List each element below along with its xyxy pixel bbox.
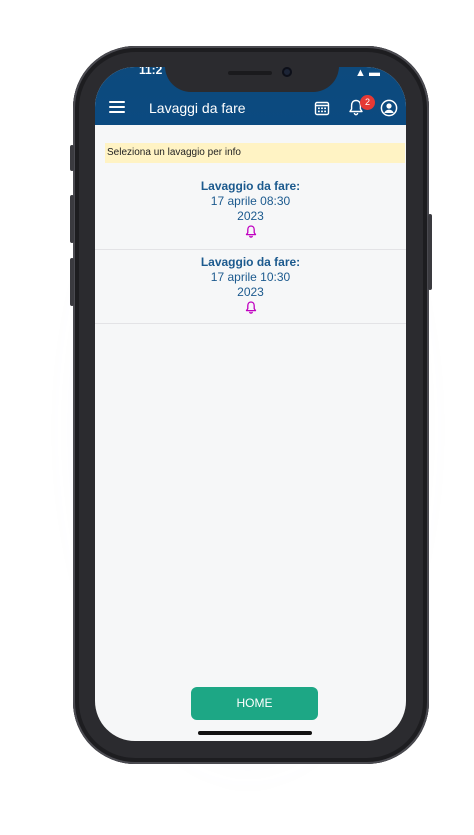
- app-screen: 11:2 ▲ ▬ Lavaggi da fare 2 Seleziona un …: [95, 67, 406, 741]
- volume-down-button: [70, 258, 74, 306]
- item-date: 17 aprile 08:30: [210, 194, 291, 208]
- list-item[interactable]: Lavaggio da fare: 17 aprile 10:30 2023: [95, 255, 406, 324]
- calendar-icon[interactable]: [314, 100, 330, 116]
- volume-up-button: [70, 195, 74, 243]
- item-date: 17 aprile 10:30: [210, 270, 291, 284]
- notification-count-badge: 2: [360, 95, 375, 110]
- item-title: Lavaggio da fare:: [200, 179, 301, 193]
- home-button[interactable]: HOME: [191, 687, 318, 720]
- home-indicator: [198, 731, 312, 735]
- info-banner: Seleziona un lavaggio per info: [105, 143, 405, 163]
- mute-switch: [70, 145, 74, 171]
- phone-notch: [165, 60, 339, 92]
- device-mockup: 11:2 ▲ ▬ Lavaggi da fare 2 Seleziona un …: [0, 0, 474, 835]
- status-icons: ▲ ▬: [355, 67, 380, 79]
- user-account-icon[interactable]: [380, 99, 398, 117]
- item-year: 2023: [237, 285, 264, 299]
- earpiece-speaker: [228, 71, 272, 75]
- bell-icon: [245, 225, 256, 238]
- front-camera: [282, 67, 292, 77]
- item-year: 2023: [237, 209, 264, 223]
- power-button: [428, 214, 432, 290]
- item-title: Lavaggio da fare:: [200, 255, 301, 269]
- list-item[interactable]: Lavaggio da fare: 17 aprile 08:30 2023: [95, 179, 406, 250]
- bell-icon: [245, 301, 256, 314]
- menu-icon[interactable]: [109, 101, 125, 113]
- page-title: Lavaggi da fare: [149, 100, 246, 116]
- status-time: 11:2: [139, 67, 163, 77]
